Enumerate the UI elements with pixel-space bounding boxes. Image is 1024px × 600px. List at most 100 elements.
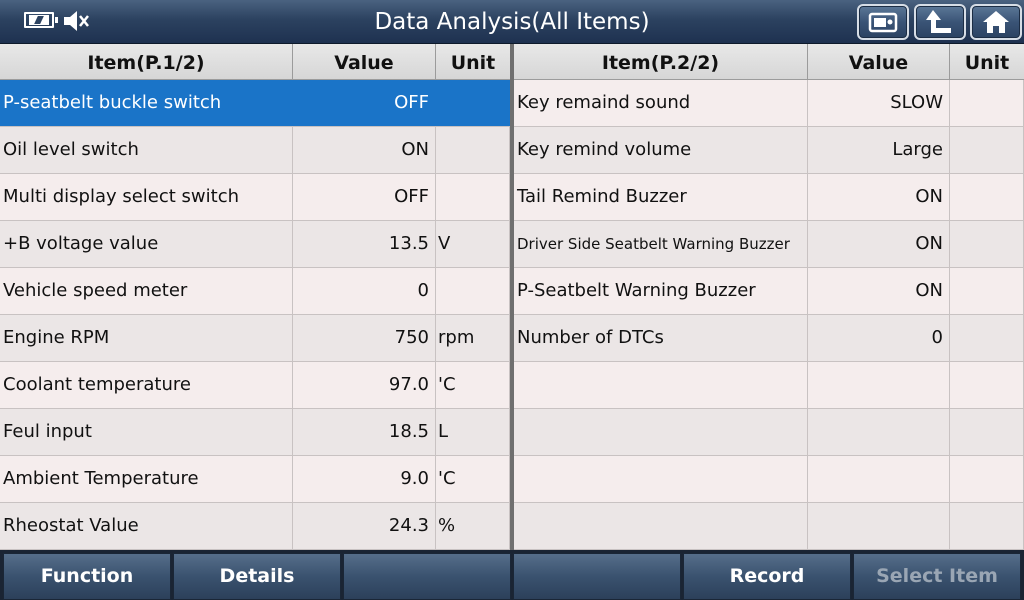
back-arrow-icon xyxy=(926,10,951,33)
row-unit-cell xyxy=(950,456,1024,502)
select-item-button[interactable]: Select Item xyxy=(853,553,1021,600)
row-value-cell xyxy=(808,503,950,549)
table-row[interactable]: P-Seatbelt Warning Buzzer ON xyxy=(514,268,1024,315)
row-unit-cell xyxy=(950,268,1024,314)
row-value-cell: OFF xyxy=(293,174,436,220)
column-header-item[interactable]: Item(P.1/2) xyxy=(0,44,293,80)
table-row[interactable]: Ambient Temperature 9.0 'C xyxy=(0,456,510,503)
table-row[interactable]: Number of DTCs 0 xyxy=(514,315,1024,362)
table-row[interactable]: Vehicle speed meter 0 xyxy=(0,268,510,315)
table-header: Item(P.1/2) Value Unit xyxy=(0,44,510,80)
row-unit-cell xyxy=(950,221,1024,267)
row-item-cell: Key remind volume xyxy=(514,127,808,173)
table-row[interactable]: Feul input 18.5 L xyxy=(0,409,510,456)
table-row[interactable]: Key remind volume Large xyxy=(514,127,1024,174)
row-unit-cell xyxy=(950,503,1024,549)
row-item-cell: P-Seatbelt Warning Buzzer xyxy=(514,268,808,314)
row-item-cell: Oil level switch xyxy=(0,127,293,173)
row-item-cell: Multi display select switch xyxy=(0,174,293,220)
table-row[interactable] xyxy=(514,503,1024,550)
row-unit-cell xyxy=(950,80,1024,126)
row-unit-cell: 'C xyxy=(436,362,510,408)
row-item-cell xyxy=(514,409,808,455)
data-table-page-1: Item(P.1/2) Value Unit P-seatbelt buckle… xyxy=(0,44,510,550)
table-row[interactable]: Multi display select switch OFF xyxy=(0,174,510,221)
row-value-cell: 9.0 xyxy=(293,456,436,502)
back-button[interactable] xyxy=(914,4,966,40)
row-unit-cell: 'C xyxy=(436,456,510,502)
row-value-cell xyxy=(808,362,950,408)
row-value-cell: ON xyxy=(808,221,950,267)
row-value-cell xyxy=(808,409,950,455)
data-table-page-2: Item(P.2/2) Value Unit Key remaind sound… xyxy=(514,44,1024,550)
home-button[interactable] xyxy=(970,4,1022,40)
table-row[interactable] xyxy=(514,362,1024,409)
row-item-cell: Rheostat Value xyxy=(0,503,293,549)
blank-button-1[interactable] xyxy=(343,553,511,600)
row-item-cell: Tail Remind Buzzer xyxy=(514,174,808,220)
home-icon xyxy=(983,11,1009,33)
row-unit-cell xyxy=(950,174,1024,220)
row-value-cell: 24.3 xyxy=(293,503,436,549)
row-value-cell: ON xyxy=(293,127,436,173)
table-row[interactable]: P-seatbelt buckle switch OFF xyxy=(0,80,510,127)
column-header-unit[interactable]: Unit xyxy=(436,44,510,80)
row-value-cell: 0 xyxy=(808,315,950,361)
row-item-cell xyxy=(514,503,808,549)
row-unit-cell xyxy=(436,80,510,126)
row-unit-cell xyxy=(436,127,510,173)
row-value-cell: ON xyxy=(808,268,950,314)
screenshot-button[interactable] xyxy=(857,4,909,40)
row-item-cell: Number of DTCs xyxy=(514,315,808,361)
table-row[interactable]: Oil level switch ON xyxy=(0,127,510,174)
function-button[interactable]: Function xyxy=(3,553,171,600)
row-item-cell: Key remaind sound xyxy=(514,80,808,126)
table-row[interactable]: Rheostat Value 24.3% xyxy=(0,503,510,550)
row-value-cell: 0 xyxy=(293,268,436,314)
row-unit-cell xyxy=(950,409,1024,455)
table-row[interactable] xyxy=(514,456,1024,503)
row-value-cell: SLOW xyxy=(808,80,950,126)
row-unit-cell: V xyxy=(436,221,510,267)
row-item-cell: Vehicle speed meter xyxy=(0,268,293,314)
column-header-unit[interactable]: Unit xyxy=(950,44,1024,80)
table-row[interactable] xyxy=(514,409,1024,456)
row-value-cell: Large xyxy=(808,127,950,173)
row-item-cell: +B voltage value xyxy=(0,221,293,267)
table-header: Item(P.2/2) Value Unit xyxy=(514,44,1024,80)
row-value-cell: 97.0 xyxy=(293,362,436,408)
row-item-cell: Ambient Temperature xyxy=(0,456,293,502)
row-item-cell: P-seatbelt buckle switch xyxy=(0,80,293,126)
row-item-cell xyxy=(514,362,808,408)
table-row[interactable]: Tail Remind Buzzer ON xyxy=(514,174,1024,221)
row-value-cell: 18.5 xyxy=(293,409,436,455)
row-unit-cell xyxy=(436,174,510,220)
row-unit-cell: % xyxy=(436,503,510,549)
row-value-cell: 13.5 xyxy=(293,221,436,267)
screenshot-icon xyxy=(868,12,898,33)
row-value-cell: OFF xyxy=(293,80,436,126)
column-header-item[interactable]: Item(P.2/2) xyxy=(514,44,808,80)
table-row[interactable]: Driver Side Seatbelt Warning Buzzer ON xyxy=(514,221,1024,268)
details-button[interactable]: Details xyxy=(173,553,341,600)
table-row[interactable]: Coolant temperature 97.0 'C xyxy=(0,362,510,409)
bottom-toolbar: Function Details Record Select Item xyxy=(0,550,1024,600)
row-value-cell xyxy=(808,456,950,502)
row-item-cell xyxy=(514,456,808,502)
row-item-cell: Engine RPM xyxy=(0,315,293,361)
record-button[interactable]: Record xyxy=(683,553,851,600)
row-unit-cell: L xyxy=(436,409,510,455)
row-value-cell: 750 xyxy=(293,315,436,361)
table-row[interactable]: Engine RPM 750 rpm xyxy=(0,315,510,362)
blank-button-2[interactable] xyxy=(513,553,681,600)
table-row[interactable]: Key remaind sound SLOW xyxy=(514,80,1024,127)
column-header-value[interactable]: Value xyxy=(293,44,436,80)
table-row[interactable]: +B voltage value 13.5 V xyxy=(0,221,510,268)
column-header-value[interactable]: Value xyxy=(808,44,950,80)
title-bar: Data Analysis(All Items) xyxy=(0,0,1024,44)
row-value-cell: ON xyxy=(808,174,950,220)
row-item-cell: Coolant temperature xyxy=(0,362,293,408)
row-unit-cell xyxy=(950,362,1024,408)
row-unit-cell xyxy=(950,127,1024,173)
row-unit-cell: rpm xyxy=(436,315,510,361)
